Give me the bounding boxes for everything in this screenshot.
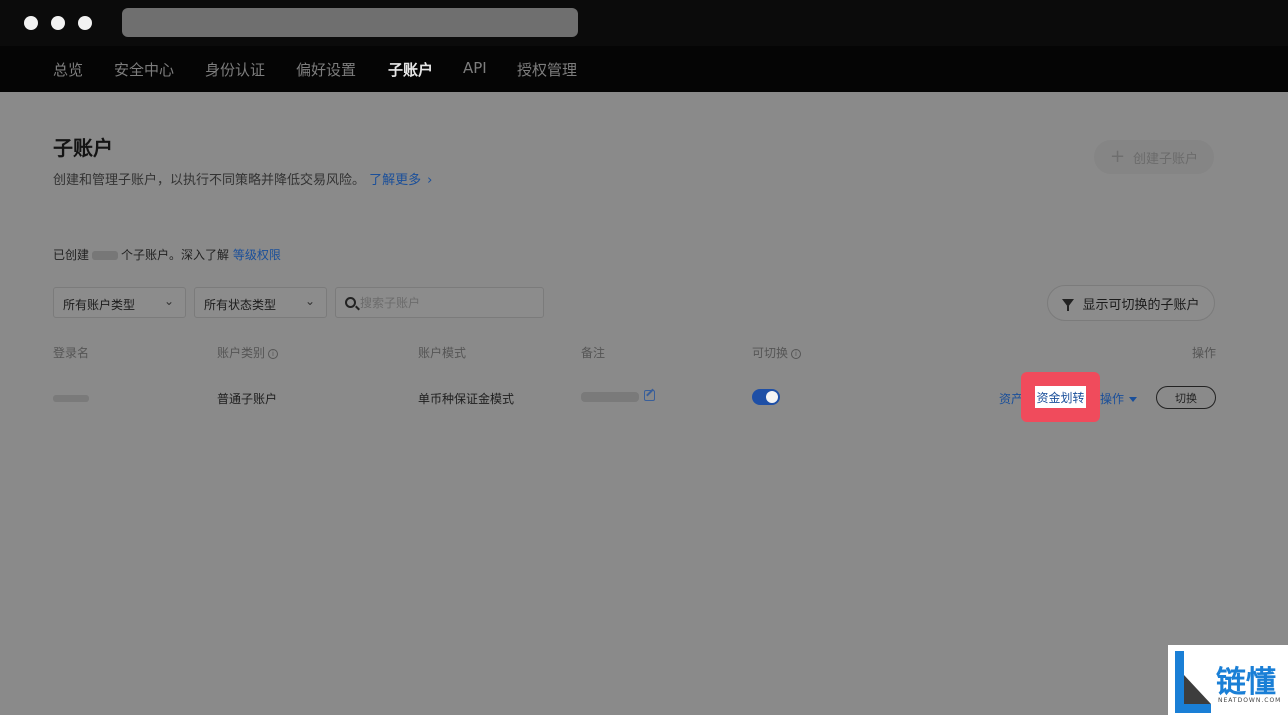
window-minimize-dot[interactable] — [51, 16, 65, 30]
show-switchable-label: 显示可切换的子账户 — [1082, 297, 1200, 313]
account-type-select[interactable]: 所有账户类型 ⌄ — [53, 287, 186, 318]
row-account-type: 普通子账户 — [217, 392, 278, 406]
assets-link[interactable]: 资产 — [999, 390, 1023, 407]
subaccount-count-line: 已创建 个子账户。深入了解 等级权限 — [53, 246, 281, 263]
search-box — [335, 287, 544, 318]
learn-more-link[interactable]: 了解更多 — [369, 173, 421, 188]
page-subtitle: 创建和管理子账户，以执行不同策略并降低交易风险。 了解更多 › — [53, 169, 432, 188]
tier-permissions-link[interactable]: 等级权限 — [233, 248, 281, 262]
info-icon[interactable]: i — [268, 348, 279, 359]
filter-icon — [1062, 299, 1075, 311]
switch-account-button[interactable]: 切换 — [1156, 386, 1216, 409]
address-bar[interactable] — [122, 8, 578, 37]
column-header-actions: 操作 — [1192, 346, 1217, 360]
watermark-subtitle: NEATDOWN.COM — [1218, 697, 1282, 704]
switchable-toggle[interactable] — [752, 389, 780, 405]
caret-down-icon — [1129, 397, 1138, 402]
fund-transfer-link[interactable]: 资金划转 — [1035, 386, 1086, 408]
create-subaccount-label: 创建子账户 — [1133, 151, 1199, 167]
page-title: 子账户 — [53, 136, 113, 160]
show-switchable-button[interactable]: 显示可切换的子账户 — [1047, 285, 1215, 321]
status-type-select[interactable]: 所有状态类型 ⌄ — [194, 287, 327, 318]
plus-icon: + — [1109, 146, 1126, 167]
nav-item-subaccounts[interactable]: 子账户 — [388, 59, 433, 80]
watermark-logo: 链懂 NEATDOWN.COM — [1168, 645, 1288, 715]
edit-icon[interactable] — [644, 390, 655, 401]
column-header-note: 备注 — [581, 346, 606, 360]
nav-item-verification[interactable]: 身份认证 — [205, 59, 265, 80]
window-titlebar — [0, 0, 1288, 46]
row-account-mode: 单币种保证金模式 — [418, 392, 515, 406]
chevron-down-icon: ⌄ — [304, 294, 315, 308]
chevron-down-icon: ⌄ — [163, 294, 174, 308]
column-header-account-type: 账户类别 i — [217, 344, 279, 361]
logo-mark-icon — [1175, 651, 1211, 713]
redacted-note — [581, 392, 639, 402]
more-actions-label: 操作 — [1100, 392, 1125, 406]
redacted-login-name — [53, 395, 89, 402]
column-header-switchable: 可切换 i — [752, 344, 802, 361]
status-type-value: 所有状态类型 — [204, 298, 277, 312]
window-maximize-dot[interactable] — [78, 16, 92, 30]
search-input[interactable] — [360, 293, 530, 313]
column-header-login: 登录名 — [53, 346, 90, 360]
chevron-right-icon: › — [427, 173, 433, 188]
more-actions-dropdown[interactable]: 操作 — [1100, 390, 1138, 407]
subtitle-text: 创建和管理子账户，以执行不同策略并降低交易风险。 — [53, 173, 366, 188]
column-header-account-type-label: 账户类别 — [217, 346, 266, 360]
nav-item-security[interactable]: 安全中心 — [114, 59, 174, 80]
nav-item-authorization[interactable]: 授权管理 — [517, 59, 577, 80]
info-icon[interactable]: i — [791, 348, 802, 359]
watermark-title: 链懂 — [1216, 665, 1276, 700]
account-type-value: 所有账户类型 — [63, 298, 136, 312]
search-icon — [345, 297, 356, 308]
create-subaccount-button[interactable]: + 创建子账户 — [1094, 140, 1214, 174]
redacted-count — [92, 251, 119, 260]
count-suffix: 个子账户。深入了解 — [121, 248, 230, 262]
window-close-dot[interactable] — [24, 16, 38, 30]
nav-item-preferences[interactable]: 偏好设置 — [296, 59, 356, 80]
column-header-account-mode: 账户模式 — [418, 346, 467, 360]
main-content: 子账户 创建和管理子账户，以执行不同策略并降低交易风险。 了解更多 › + 创建子… — [0, 92, 1288, 715]
top-nav: 总览 安全中心 身份认证 偏好设置 子账户 API 授权管理 — [0, 46, 1288, 92]
nav-item-overview[interactable]: 总览 — [53, 59, 83, 80]
nav-item-api[interactable]: API — [463, 59, 487, 77]
count-prefix: 已创建 — [53, 248, 90, 262]
column-header-switchable-label: 可切换 — [752, 346, 789, 360]
